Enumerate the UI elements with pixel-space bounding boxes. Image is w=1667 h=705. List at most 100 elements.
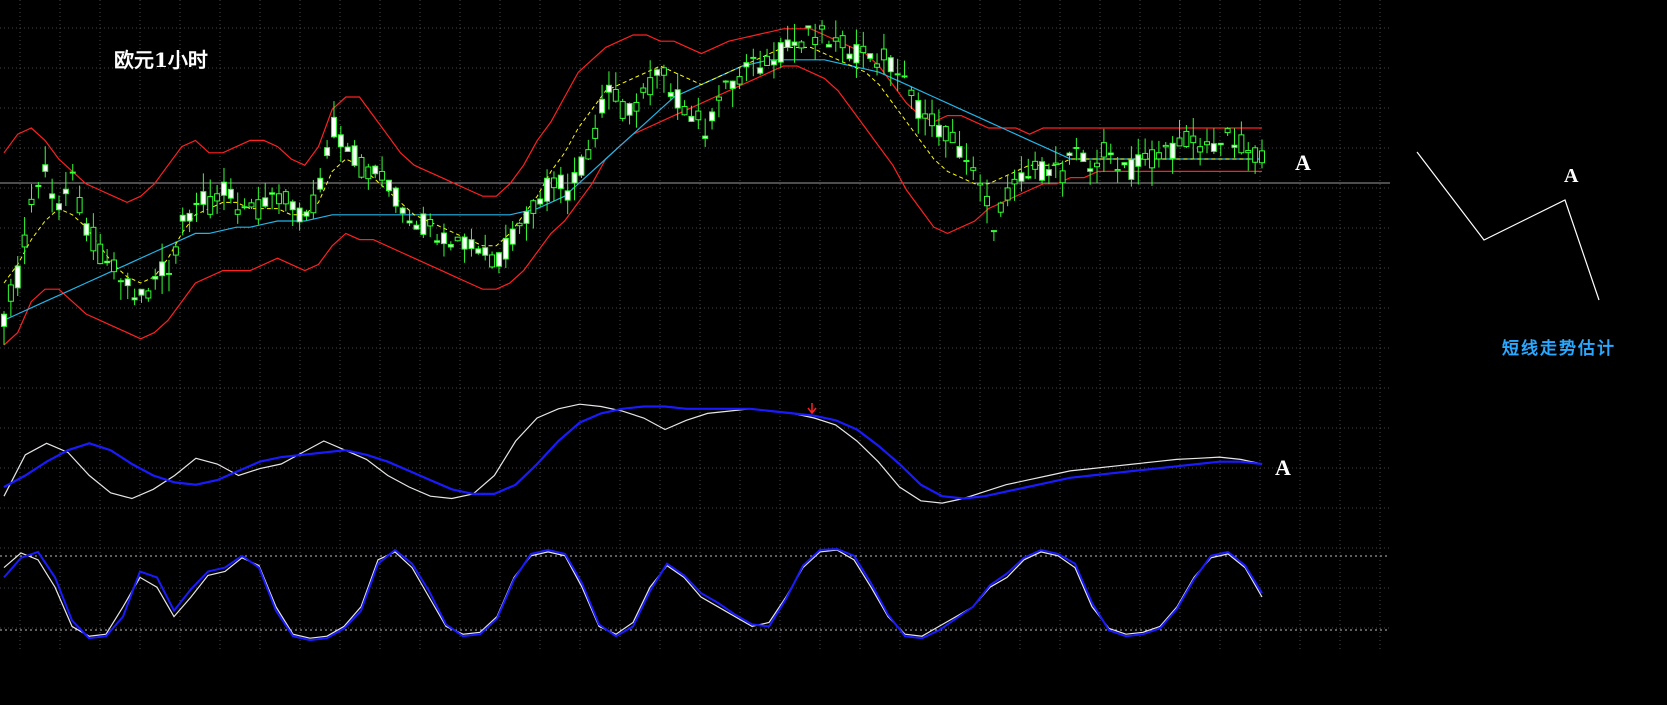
- candle-body: [1149, 149, 1156, 169]
- bollinger-bands: [3, 28, 1262, 346]
- candle-body: [1231, 144, 1238, 148]
- candle-body: [1087, 168, 1094, 172]
- candle-body: [145, 290, 152, 299]
- candle-body: [1121, 162, 1128, 166]
- candle-body: [1217, 142, 1224, 146]
- candle-body: [956, 146, 963, 158]
- candle-body: [1135, 154, 1142, 167]
- candle-body: [1204, 141, 1211, 146]
- candle-body: [537, 198, 544, 205]
- candle-body: [654, 69, 661, 76]
- candle-body: [62, 188, 69, 195]
- candle-body: [619, 101, 626, 119]
- candle-body: [372, 165, 379, 175]
- candle-body: [35, 184, 42, 188]
- oscillator-fast-line: [3, 403, 1263, 504]
- candle-body: [929, 113, 936, 127]
- candle-body: [475, 248, 482, 254]
- candle-body: [1045, 169, 1052, 177]
- candle-body: [461, 236, 468, 250]
- candle-body: [764, 55, 771, 66]
- candle-body: [715, 96, 722, 101]
- candle-body: [825, 44, 832, 48]
- candle-body: [110, 259, 117, 273]
- candle-body: [915, 100, 922, 119]
- oscillator-slow-line: [3, 405, 1263, 500]
- candle-body: [599, 98, 606, 114]
- candle-body: [227, 188, 234, 199]
- candle-body: [990, 230, 997, 233]
- candle-body: [550, 177, 557, 189]
- candle-body: [640, 87, 647, 93]
- candle-body: [1100, 142, 1107, 158]
- candle-body: [269, 192, 276, 195]
- candle-body: [1128, 159, 1135, 180]
- upper-oscillator: [3, 403, 1263, 504]
- candle-body: [660, 67, 667, 76]
- candle-body: [7, 284, 14, 302]
- candle-body: [729, 80, 736, 89]
- candle-body: [365, 166, 372, 180]
- candle-body: [1252, 147, 1259, 163]
- candle-body: [1, 313, 7, 327]
- candle-body: [1259, 150, 1265, 164]
- candle-body: [949, 131, 956, 144]
- candle-body: [887, 57, 894, 73]
- candle-body: [1245, 150, 1252, 154]
- candle-body: [1114, 168, 1121, 172]
- candle-body: [55, 203, 62, 211]
- candle-body: [516, 222, 523, 227]
- candle-body: [922, 113, 929, 119]
- candle-body: [303, 211, 310, 217]
- candle-body: [681, 106, 688, 116]
- candle-body: [385, 179, 392, 192]
- candle-body: [709, 111, 716, 122]
- candle-body: [1080, 152, 1087, 163]
- candle-body: [1183, 130, 1190, 148]
- candle-body: [901, 75, 908, 78]
- candle-body: [42, 164, 49, 172]
- candle-body: [633, 101, 640, 112]
- candle-body: [117, 280, 124, 283]
- marker-a-main: A: [1295, 150, 1311, 175]
- candle-body: [578, 156, 585, 176]
- candle-body: [165, 272, 172, 275]
- candle-body: [571, 172, 578, 184]
- candle-body: [942, 126, 949, 142]
- candle-body: [509, 228, 516, 245]
- candle-body: [853, 44, 860, 64]
- candle-body: [564, 190, 571, 201]
- candle-body: [344, 146, 351, 153]
- candle-body: [186, 212, 193, 222]
- candle-body: [1039, 161, 1046, 181]
- signal-arrow-icon: [807, 403, 817, 415]
- candle-body: [695, 110, 702, 121]
- candle-body: [104, 260, 111, 264]
- candle-body: [434, 240, 441, 243]
- candle-body: [502, 237, 509, 260]
- candle-body: [317, 177, 324, 190]
- candle-body: [454, 236, 461, 242]
- candle-body: [867, 53, 874, 59]
- candle-body: [612, 88, 619, 102]
- candle-body: [736, 76, 743, 85]
- candle-body: [770, 60, 777, 66]
- chart-grid: [0, 0, 1390, 650]
- candle-body: [935, 124, 942, 138]
- candle-body: [1094, 162, 1101, 168]
- candle-body: [750, 56, 757, 59]
- candle-body: [984, 195, 991, 207]
- candle-body: [647, 77, 654, 96]
- candle-body: [557, 174, 564, 190]
- candle-body: [674, 89, 681, 109]
- candle-body: [97, 243, 104, 265]
- candle-body: [214, 193, 221, 202]
- marker-a-oscillator: A: [1275, 455, 1291, 480]
- candle-body: [839, 35, 846, 49]
- candle-body: [358, 156, 365, 178]
- candle-body: [234, 209, 241, 215]
- candle-body: [605, 84, 612, 93]
- candle-body: [1155, 152, 1162, 160]
- candle-body: [28, 198, 35, 205]
- candle-body: [819, 25, 826, 30]
